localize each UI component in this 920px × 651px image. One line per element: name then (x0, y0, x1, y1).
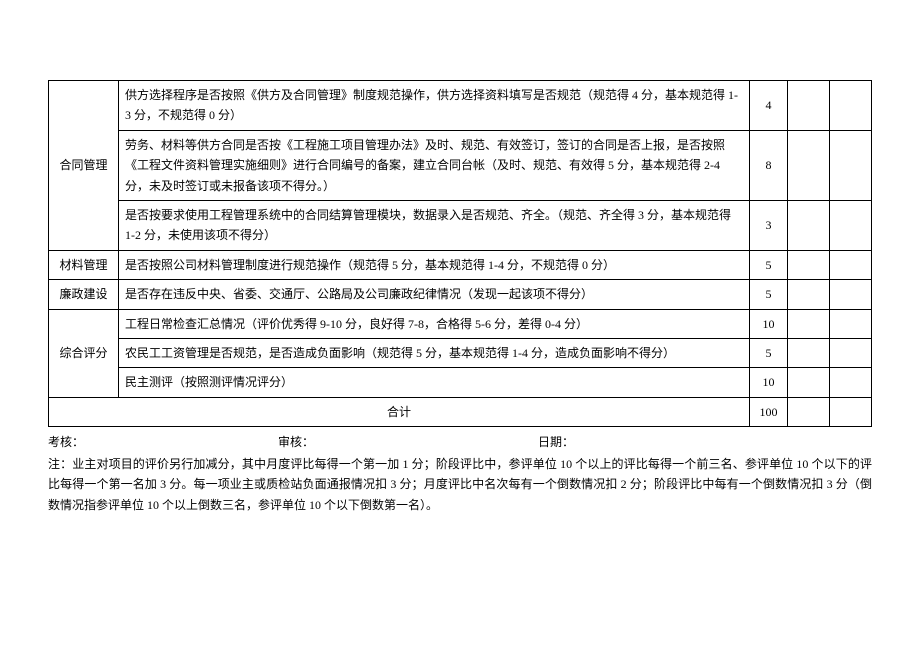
score-cell: 8 (750, 130, 788, 200)
category-cell: 综合评分 (49, 309, 119, 397)
empty-cell (788, 368, 830, 397)
empty-cell (830, 250, 872, 279)
empty-cell (788, 81, 830, 131)
total-row: 合计100 (49, 397, 872, 426)
score-cell: 5 (750, 280, 788, 309)
table-row: 合同管理供方选择程序是否按照《供方及合同管理》制度规范操作，供方选择资料填写是否… (49, 81, 872, 131)
description-cell: 农民工工资管理是否规范，是否造成负面影响（规范得 5 分，基本规范得 1-4 分… (119, 338, 750, 367)
description-cell: 劳务、材料等供方合同是否按《工程施工项目管理办法》及时、规范、有效签订，签订的合… (119, 130, 750, 200)
empty-cell (788, 200, 830, 250)
category-cell: 合同管理 (49, 81, 119, 251)
empty-cell (788, 130, 830, 200)
score-cell: 10 (750, 368, 788, 397)
table-row: 综合评分工程日常检查汇总情况（评价优秀得 9-10 分，良好得 7-8，合格得 … (49, 309, 872, 338)
description-cell: 是否存在违反中央、省委、交通厅、公路局及公司廉政纪律情况（发现一起该项不得分） (119, 280, 750, 309)
assess-label: 考核： (48, 433, 278, 450)
description-cell: 民主测评（按照测评情况评分） (119, 368, 750, 397)
evaluation-table: 合同管理供方选择程序是否按照《供方及合同管理》制度规范操作，供方选择资料填写是否… (48, 80, 872, 427)
table-row: 民主测评（按照测评情况评分）10 (49, 368, 872, 397)
empty-cell (830, 130, 872, 200)
empty-cell (830, 200, 872, 250)
table-row: 劳务、材料等供方合同是否按《工程施工项目管理办法》及时、规范、有效签订，签订的合… (49, 130, 872, 200)
empty-cell (788, 338, 830, 367)
description-cell: 工程日常检查汇总情况（评价优秀得 9-10 分，良好得 7-8，合格得 5-6 … (119, 309, 750, 338)
empty-cell (788, 280, 830, 309)
score-cell: 5 (750, 250, 788, 279)
signature-line: 考核： 审核： 日期： (48, 433, 872, 450)
date-label: 日期： (538, 433, 872, 450)
total-label-cell: 合计 (49, 397, 750, 426)
empty-cell (830, 368, 872, 397)
category-cell: 材料管理 (49, 250, 119, 279)
empty-cell (788, 250, 830, 279)
empty-cell (788, 309, 830, 338)
empty-cell (830, 280, 872, 309)
empty-cell (830, 397, 872, 426)
review-label: 审核： (278, 433, 538, 450)
empty-cell (830, 338, 872, 367)
category-cell: 廉政建设 (49, 280, 119, 309)
score-cell: 4 (750, 81, 788, 131)
description-cell: 是否按照公司材料管理制度进行规范操作（规范得 5 分，基本规范得 1-4 分，不… (119, 250, 750, 279)
empty-cell (830, 81, 872, 131)
score-cell: 10 (750, 309, 788, 338)
table-row: 材料管理是否按照公司材料管理制度进行规范操作（规范得 5 分，基本规范得 1-4… (49, 250, 872, 279)
score-cell: 3 (750, 200, 788, 250)
table-row: 是否按要求使用工程管理系统中的合同结算管理模块，数据录入是否规范、齐全。（规范、… (49, 200, 872, 250)
empty-cell (788, 397, 830, 426)
description-cell: 供方选择程序是否按照《供方及合同管理》制度规范操作，供方选择资料填写是否规范（规… (119, 81, 750, 131)
total-score-cell: 100 (750, 397, 788, 426)
table-row: 廉政建设是否存在违反中央、省委、交通厅、公路局及公司廉政纪律情况（发现一起该项不… (49, 280, 872, 309)
empty-cell (830, 309, 872, 338)
description-cell: 是否按要求使用工程管理系统中的合同结算管理模块，数据录入是否规范、齐全。（规范、… (119, 200, 750, 250)
note-text: 注：业主对项目的评价另行加减分，其中月度评比每得一个第一加 1 分；阶段评比中，… (48, 454, 872, 515)
score-cell: 5 (750, 338, 788, 367)
table-row: 农民工工资管理是否规范，是否造成负面影响（规范得 5 分，基本规范得 1-4 分… (49, 338, 872, 367)
